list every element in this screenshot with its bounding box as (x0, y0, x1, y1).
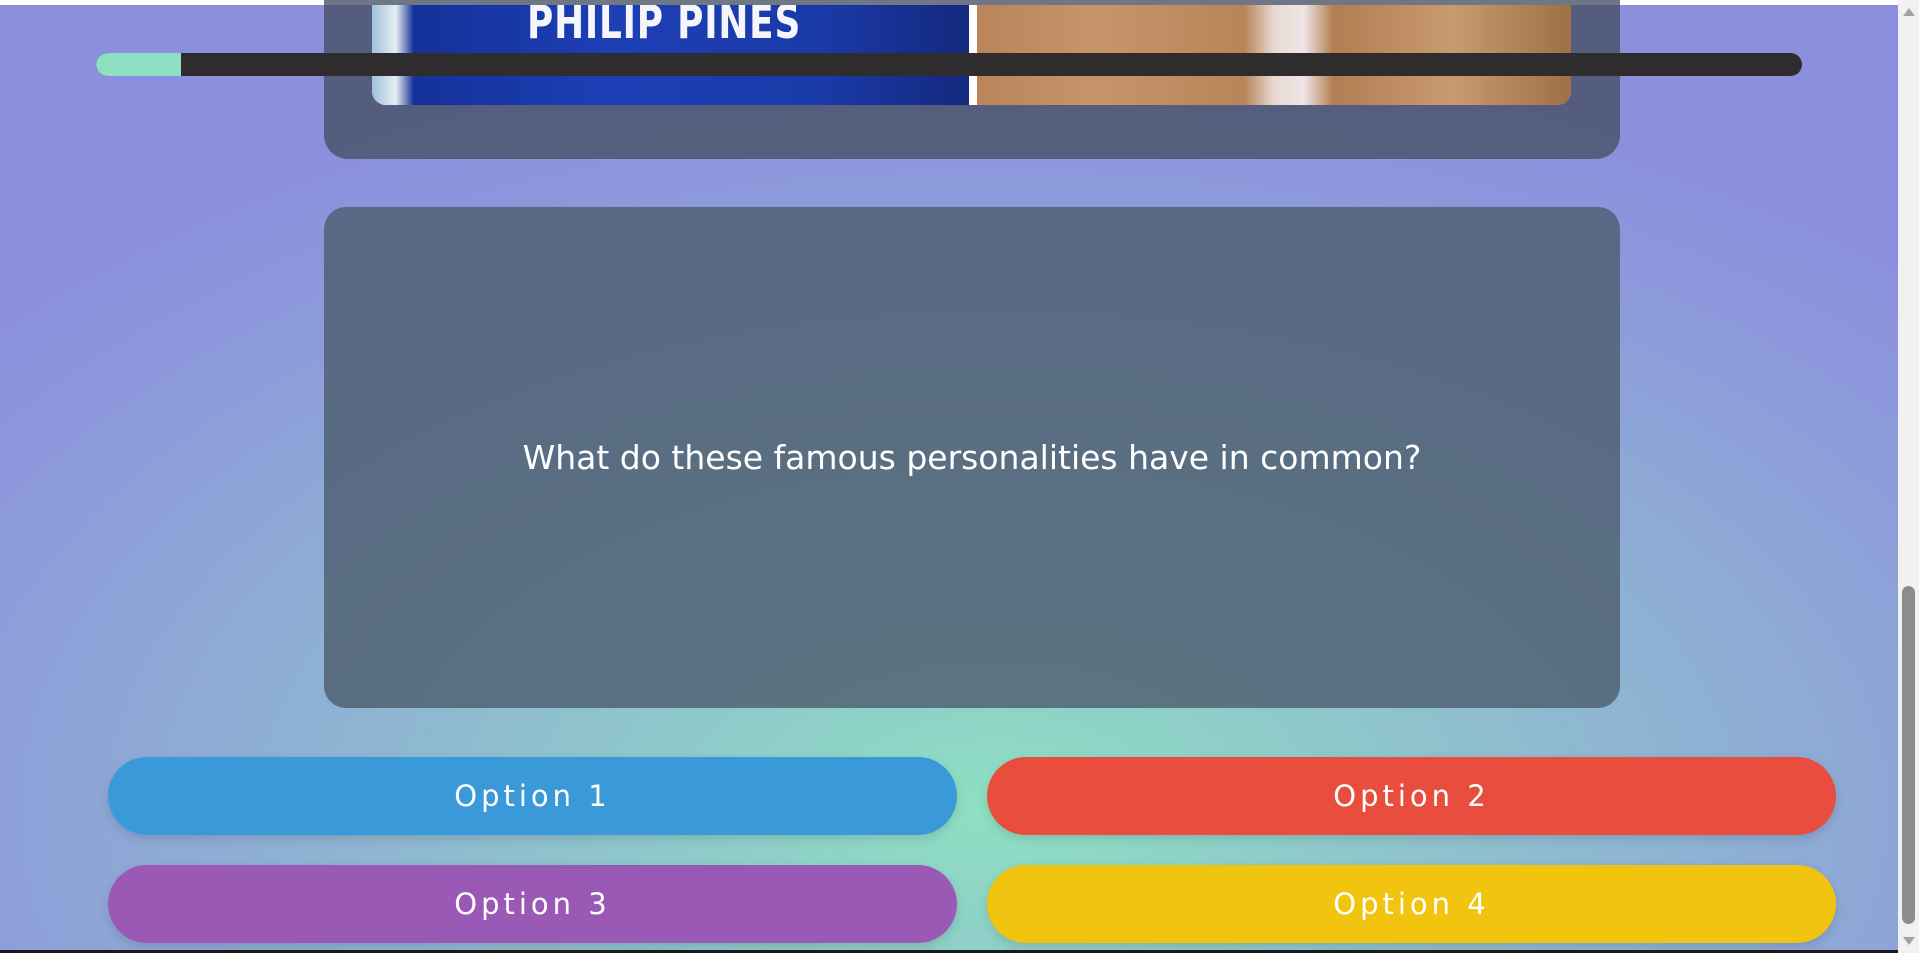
question-card: What do these famous personalities have … (324, 207, 1620, 708)
scroll-down-arrow-icon[interactable] (1903, 937, 1915, 945)
jersey-lettering: PHILIP PINES (527, 5, 802, 49)
scrollbar-thumb[interactable] (1902, 586, 1915, 924)
option-2-button[interactable]: Option 2 (987, 757, 1836, 835)
vertical-scrollbar[interactable] (1898, 0, 1919, 953)
option-4-button[interactable]: Option 4 (987, 865, 1836, 943)
scroll-up-arrow-icon[interactable] (1903, 8, 1915, 16)
question-text: What do these famous personalities have … (522, 438, 1422, 477)
progress-bar-fill (96, 53, 182, 76)
option-3-button[interactable]: Option 3 (108, 865, 957, 943)
option-1-button[interactable]: Option 1 (108, 757, 957, 835)
progress-bar (96, 53, 1802, 76)
